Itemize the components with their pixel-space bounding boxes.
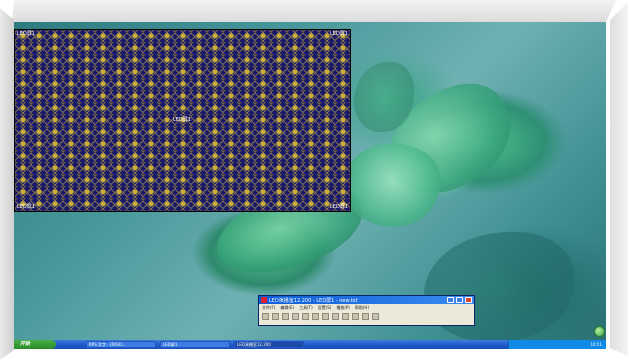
led-screen-window: LED屏1 LED屏1 LED屏1 LED屏1 LED屏1 xyxy=(14,29,351,212)
menu-tools[interactable]: 工具(T) xyxy=(299,305,313,311)
menu-file[interactable]: 文件(F) xyxy=(262,305,275,311)
led-label-center: LED屏1 xyxy=(173,117,191,123)
app-menubar: 文件(F) 编辑(E) 工具(T) 设置(S) 播放(P) 帮助(H) xyxy=(259,304,474,312)
play-icon[interactable] xyxy=(312,313,319,320)
help-icon[interactable] xyxy=(372,313,379,320)
start-button[interactable]: 开始 xyxy=(14,340,56,349)
system-tray: 10:51 xyxy=(508,340,606,349)
new-file-icon[interactable] xyxy=(262,313,269,320)
minimize-button[interactable] xyxy=(447,297,454,303)
prev-icon[interactable] xyxy=(342,313,349,320)
led-studio-window[interactable]: LED演播室12.200 - LED屏1 - new.txt 文件(F) 编辑(… xyxy=(258,295,475,326)
close-button[interactable] xyxy=(465,297,472,303)
pause-icon[interactable] xyxy=(322,313,329,320)
taskbar-item-led[interactable]: LED屏1 xyxy=(160,341,230,348)
save-icon[interactable] xyxy=(282,313,289,320)
open-folder-icon[interactable] xyxy=(272,313,279,320)
menu-play[interactable]: 播放(P) xyxy=(336,305,350,311)
text-icon[interactable] xyxy=(302,313,309,320)
menu-settings[interactable]: 设置(S) xyxy=(318,305,332,311)
taskbar-item-rps[interactable]: RPS 文字 - [RIGO... xyxy=(86,341,156,348)
settings-icon[interactable] xyxy=(362,313,369,320)
stop-icon[interactable] xyxy=(332,313,339,320)
status-indicator-icon xyxy=(594,326,605,337)
maximize-button[interactable] xyxy=(456,297,463,303)
led-label-bottom-left: LED屏1 xyxy=(17,204,35,210)
monitor-bezel-top xyxy=(12,0,616,22)
app-title: LED演播室12.200 - LED屏1 - new.txt xyxy=(269,297,358,304)
desktop: LED屏1 LED屏1 LED屏1 LED屏1 LED屏1 LED演播室12.2… xyxy=(14,22,606,349)
tray-clock[interactable]: 10:51 xyxy=(590,342,602,347)
menu-edit[interactable]: 编辑(E) xyxy=(280,305,294,311)
menu-help[interactable]: 帮助(H) xyxy=(355,305,369,311)
edit-icon[interactable] xyxy=(292,313,299,320)
app-toolbar xyxy=(259,312,474,321)
led-label-top-left: LED屏1 xyxy=(17,31,35,37)
monitor-bezel-left xyxy=(0,8,14,360)
app-titlebar[interactable]: LED演播室12.200 - LED屏1 - new.txt xyxy=(259,296,474,304)
led-label-bottom-right: LED屏1 xyxy=(330,204,348,210)
next-icon[interactable] xyxy=(352,313,359,320)
taskbar: 开始 RPS 文字 - [RIGO... LED屏1 LED演播室12.200 … xyxy=(14,340,606,349)
monitor-bezel-right xyxy=(610,2,628,356)
led-label-top-right: LED屏1 xyxy=(330,31,348,37)
taskbar-item-studio[interactable]: LED演播室12.200 xyxy=(234,341,304,348)
app-icon xyxy=(261,297,267,303)
